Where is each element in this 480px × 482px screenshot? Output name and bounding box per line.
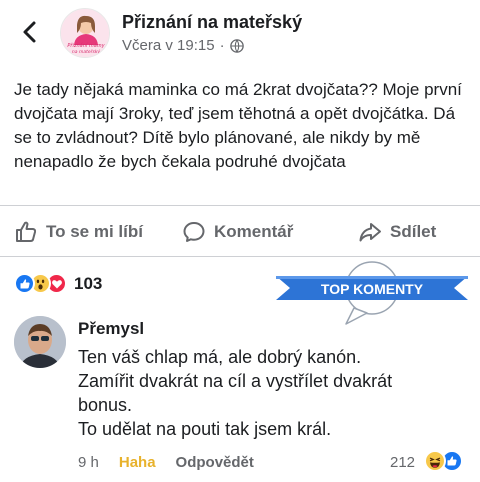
like-label: To se mi líbí xyxy=(46,222,143,241)
comment-reaction-count: 212 xyxy=(390,454,416,471)
meta-separator: · xyxy=(219,37,225,54)
post-meta: Včera v 19:15 · xyxy=(122,37,244,54)
like-button[interactable]: To se mi líbí xyxy=(14,220,143,244)
like-reaction-icon xyxy=(14,273,35,294)
commenter-avatar[interactable] xyxy=(14,316,66,368)
haha-reaction-button[interactable]: Haha xyxy=(119,454,156,471)
post-timestamp[interactable]: Včera v 19:15 xyxy=(122,37,215,54)
avatar-logo-text-1: Přiznání mámy xyxy=(67,42,105,49)
comment-time[interactable]: 9 h xyxy=(78,454,99,471)
globe-icon xyxy=(229,38,244,53)
back-arrow-icon[interactable] xyxy=(18,20,42,44)
post-actions-bar: To se mi líbí Komentář Sdílet xyxy=(0,205,480,257)
top-comments-label: TOP KOMENTY xyxy=(321,281,424,297)
comment-button[interactable]: Komentář xyxy=(182,220,293,244)
thumbs-up-icon xyxy=(16,221,37,242)
reaction-summary[interactable]: 103 xyxy=(14,273,102,294)
page-logo-icon: Přiznání mámy na mateřský xyxy=(61,9,109,57)
comment-label: Komentář xyxy=(214,222,294,241)
commenter-name[interactable]: Přemysl xyxy=(78,319,144,339)
comment-text: Ten váš chlap má, ale dobrý kanón. Zamíř… xyxy=(78,345,468,441)
comment-line: To udělat na pouti tak jsem král. xyxy=(78,419,332,439)
avatar-logo-text-2: na mateřský xyxy=(72,48,101,55)
share-label: Sdílet xyxy=(390,222,437,241)
comment-reaction-summary[interactable] xyxy=(424,450,463,472)
reply-button[interactable]: Odpovědět xyxy=(176,454,254,471)
comment-line: Ten váš chlap má, ale dobrý kanón. xyxy=(78,347,362,367)
share-arrow-icon xyxy=(359,223,381,242)
comment-line: Zamířit dvakrát na cíl a vystřílet dvakr… xyxy=(78,371,393,391)
post-header: Přiznání mámy na mateřský Přiznání na ma… xyxy=(0,0,480,62)
comment-actions: 9 h Haha Odpovědět xyxy=(78,454,254,471)
post-text: Je tady nějaká maminka co má 2krat dvojč… xyxy=(14,80,462,171)
comment-line: bonus. xyxy=(78,395,133,415)
page-avatar[interactable]: Přiznání mámy na mateřský xyxy=(60,8,110,58)
page-name[interactable]: Přiznání na mateřský xyxy=(122,12,302,33)
share-button[interactable]: Sdílet xyxy=(358,220,436,244)
top-comments-badge: TOP KOMENTY xyxy=(276,261,468,325)
comment-bubble-icon xyxy=(183,222,205,242)
person-photo-icon xyxy=(14,316,66,368)
reaction-count: 103 xyxy=(74,273,103,293)
haha-reaction-icon xyxy=(424,450,446,472)
